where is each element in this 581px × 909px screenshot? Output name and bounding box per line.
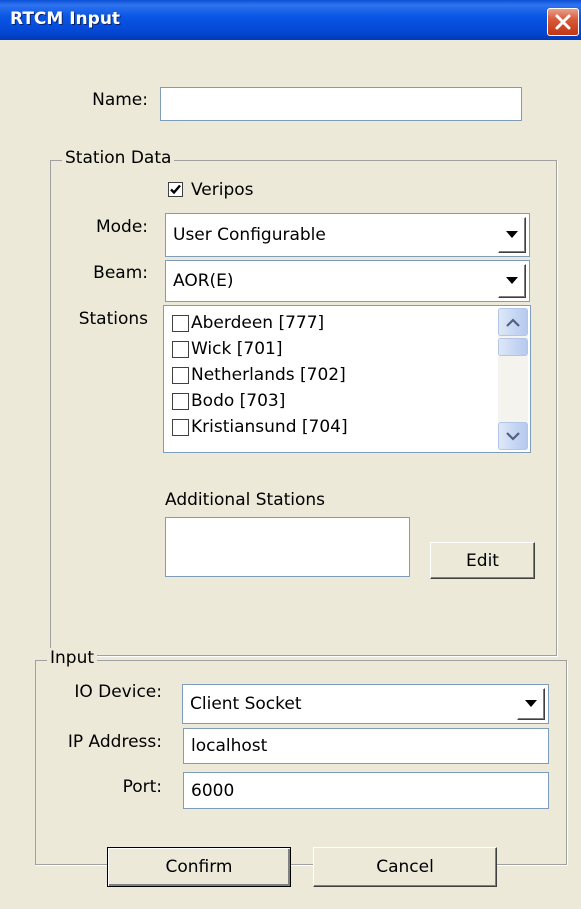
scroll-thumb[interactable] (498, 338, 528, 356)
additional-stations-label: Additional Stations (165, 490, 326, 510)
chevron-down-icon (506, 277, 518, 284)
close-button[interactable] (547, 8, 579, 36)
dialog-body: Name: Station Data Veripos Mode: User Co… (0, 40, 581, 909)
port-field[interactable]: 6000 (183, 772, 549, 809)
chevron-down-icon (525, 700, 537, 707)
mode-label: Mode: (95, 217, 148, 237)
checkbox[interactable] (172, 314, 189, 332)
station-label: Netherlands [702] (191, 365, 346, 385)
close-icon (555, 14, 571, 30)
checkbox[interactable] (172, 366, 189, 384)
ip-address-value: localhost (191, 736, 268, 756)
io-device-label: IO Device: (74, 682, 162, 702)
stations-list[interactable]: Aberdeen [777] Wick [701] Netherlands [7… (163, 305, 531, 453)
veripos-label: Veripos (191, 180, 254, 200)
io-device-value: Client Socket (190, 694, 302, 714)
checkbox[interactable] (172, 392, 189, 410)
input-legend: Input (47, 648, 98, 668)
beam-label: Beam: (93, 263, 148, 283)
additional-stations-field[interactable] (165, 517, 410, 577)
port-label: Port: (122, 777, 162, 797)
station-label: Kristiansund [704] (191, 417, 348, 437)
beam-dropdown-button[interactable] (498, 264, 526, 298)
io-device-dropdown[interactable]: Client Socket (182, 684, 549, 724)
station-data-legend: Station Data (62, 148, 175, 168)
checkbox[interactable] (172, 418, 189, 436)
window-title: RTCM Input (10, 9, 121, 29)
confirm-button[interactable]: Confirm (107, 847, 291, 887)
title-bar[interactable]: RTCM Input (0, 0, 581, 40)
cancel-button[interactable]: Cancel (313, 847, 497, 887)
beam-value: AOR(E) (173, 271, 234, 291)
list-item[interactable]: Bodo [703] (172, 389, 285, 413)
list-item[interactable]: Aberdeen [777] (172, 311, 324, 335)
chevron-up-icon (506, 317, 520, 327)
edit-button[interactable]: Edit (430, 542, 535, 579)
station-label: Wick [701] (191, 339, 283, 359)
list-item[interactable]: Netherlands [702] (172, 363, 346, 387)
station-label: Bodo [703] (191, 391, 286, 411)
chevron-down-icon (506, 231, 518, 238)
ip-address-field[interactable]: localhost (183, 728, 549, 764)
beam-dropdown[interactable]: AOR(E) (165, 260, 530, 302)
checkbox[interactable] (172, 340, 189, 358)
chevron-down-icon (506, 431, 520, 441)
scroll-up-button[interactable] (498, 308, 528, 336)
port-value: 6000 (191, 780, 235, 801)
checkmark-icon (170, 184, 181, 195)
ip-address-label: IP Address: (67, 732, 162, 752)
name-field[interactable] (160, 87, 522, 121)
io-device-dropdown-button[interactable] (517, 688, 545, 720)
mode-dropdown-button[interactable] (498, 217, 526, 253)
list-item[interactable]: Wick [701] (172, 337, 282, 361)
mode-dropdown[interactable]: User Configurable (165, 213, 530, 257)
station-label: Aberdeen [777] (191, 313, 325, 333)
rtcm-input-dialog: RTCM Input Name: Station Data Veripos Mo… (0, 0, 581, 909)
list-item[interactable]: Kristiansund [704] (172, 415, 348, 439)
scroll-down-button[interactable] (498, 422, 528, 450)
veripos-checkbox[interactable] (168, 182, 183, 197)
stations-label: Stations (78, 309, 148, 329)
name-label: Name: (92, 90, 148, 110)
stations-scrollbar[interactable] (498, 308, 528, 450)
mode-value: User Configurable (173, 225, 326, 245)
